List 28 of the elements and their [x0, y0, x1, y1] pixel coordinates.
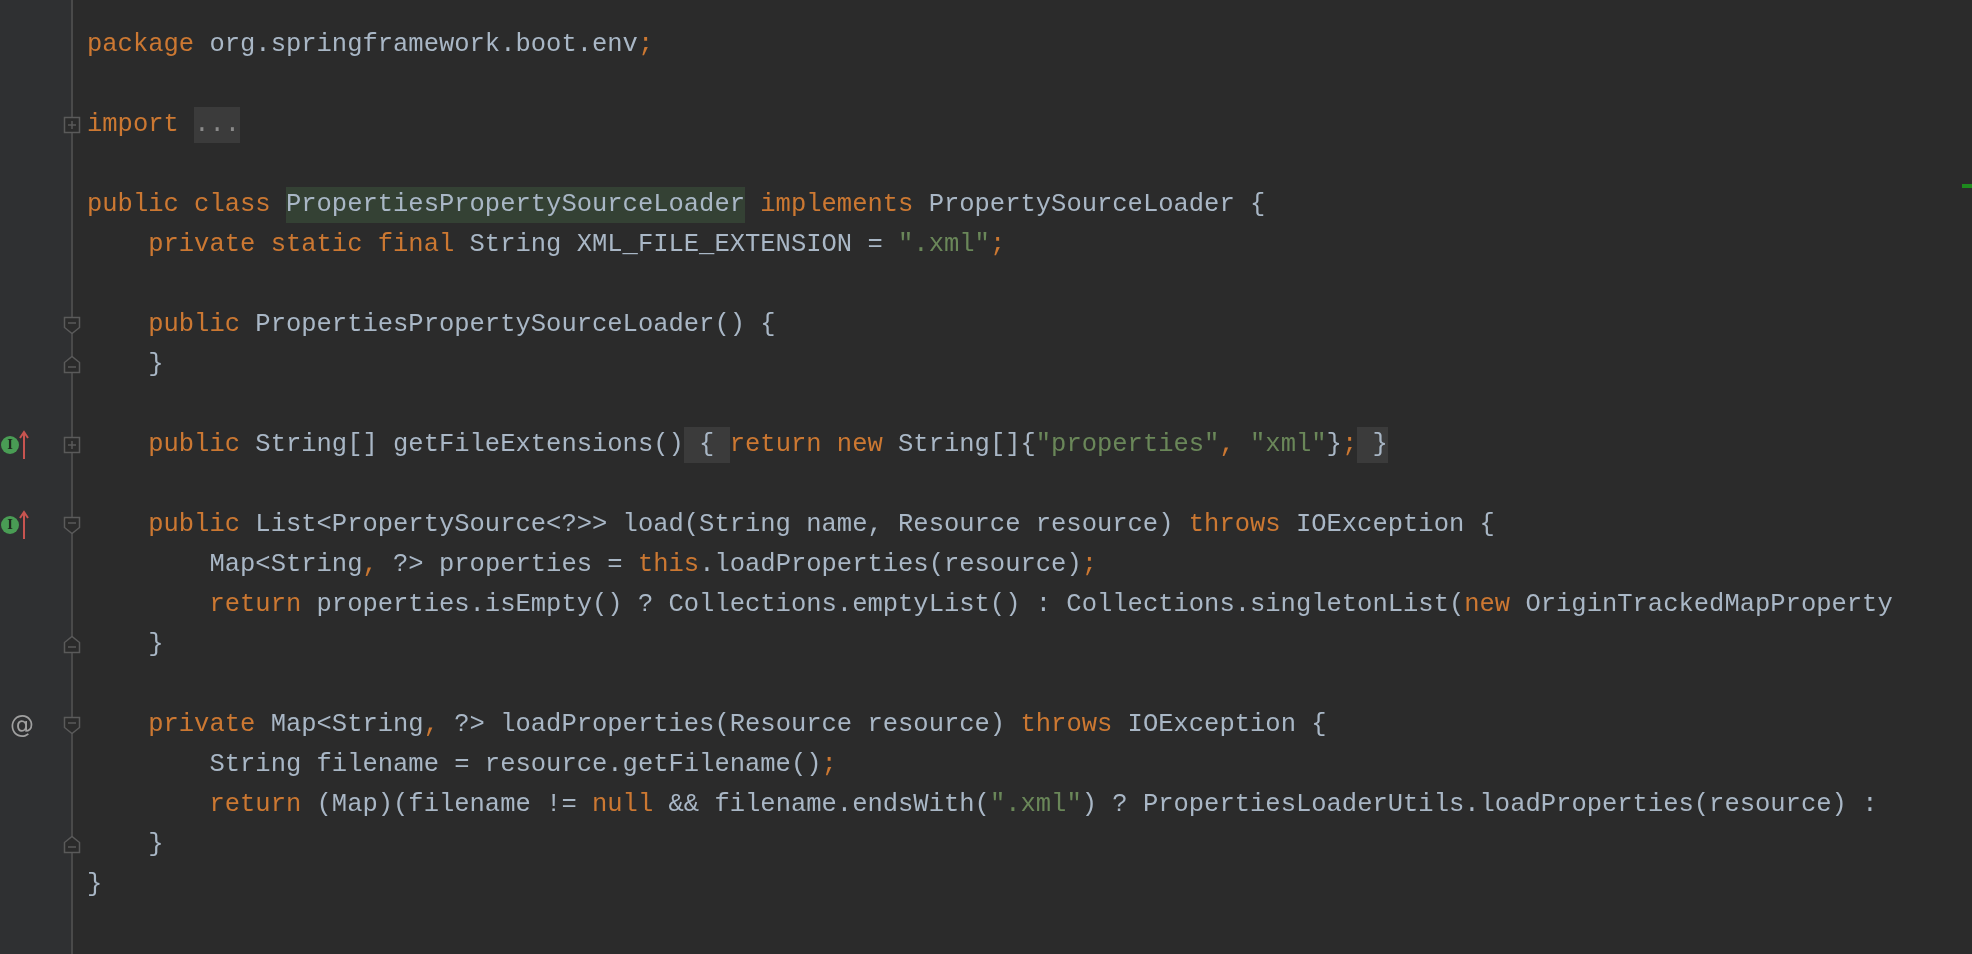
collapse-fold-icon[interactable]: [63, 716, 81, 734]
code-line: }: [147, 629, 164, 661]
code-line: private Map<String, ?> loadProperties(Resource resource) throws IOException {: [147, 709, 1327, 741]
code-line: package org.springframework.boot.env;: [87, 29, 654, 61]
code-line: public PropertiesPropertySourceLoader() {: [147, 309, 776, 341]
code-line: Map<String, ?> properties = this.loadProperties(resource);: [208, 549, 1097, 581]
code-line: String filename = resource.getFilename();: [208, 749, 837, 781]
code-line: public class PropertiesPropertySourceLoader implements PropertySourceLoader {: [87, 187, 1266, 223]
code-line: }: [147, 349, 164, 381]
expand-fold-icon[interactable]: [63, 436, 81, 454]
code-line: public String[] getFileExtensions() { return new String[]{"properties", "xml"}; }: [87, 427, 1388, 463]
collapse-fold-icon[interactable]: [63, 316, 81, 334]
collapse-fold-icon[interactable]: [63, 356, 81, 374]
code-line: return (Map)(filename != null && filename.endsWith(".xml") ? PropertiesLoaderUtils.loadProperties(resource) :: [208, 789, 1878, 821]
inspection-marker: [1962, 184, 1972, 188]
up-arrow-icon: [19, 430, 29, 460]
collapse-fold-icon[interactable]: [63, 516, 81, 534]
code-line: import ...: [87, 107, 241, 143]
code-line: }: [147, 829, 164, 861]
code-line: return properties.isEmpty() ? Collections.emptyList() : Collections.singletonList(new OriginTrackedMapProperty: [208, 589, 1893, 621]
code-line: }: [87, 869, 103, 901]
collapse-fold-icon[interactable]: [63, 636, 81, 654]
code-line: public List<PropertySource<?>> load(String name, Resource resource) throws IOException {: [147, 509, 1495, 541]
expand-fold-icon[interactable]: [63, 116, 81, 134]
annotation-marker[interactable]: @: [10, 713, 34, 737]
up-arrow-icon: [19, 510, 29, 540]
collapse-fold-icon[interactable]: [63, 836, 81, 854]
code-line: private static final String XML_FILE_EXTENSION = ".xml";: [147, 229, 1006, 261]
